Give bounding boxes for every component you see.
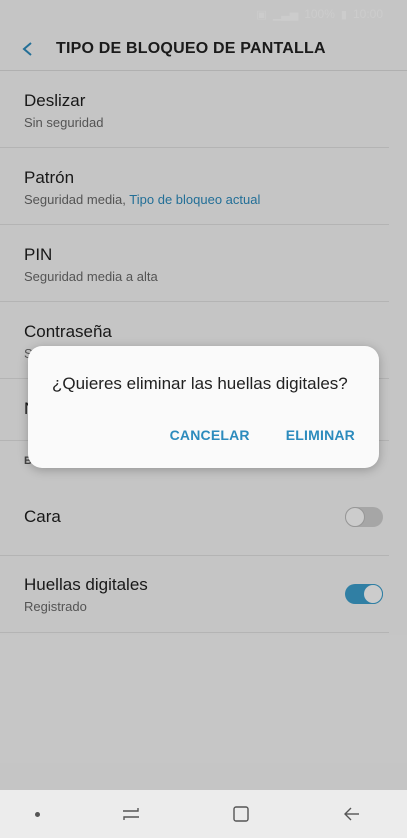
recents-icon <box>122 808 139 820</box>
delete-button[interactable]: ELIMINAR <box>286 427 355 443</box>
home-button[interactable] <box>221 794 261 834</box>
arrow-left-icon <box>343 807 359 821</box>
dot-icon[interactable] <box>35 811 41 817</box>
cancel-button[interactable]: CANCELAR <box>170 427 250 443</box>
navigation-bar <box>0 790 407 838</box>
back-nav-button[interactable] <box>332 794 372 834</box>
dialog-message: ¿Quieres eliminar las huellas digitales? <box>52 374 348 393</box>
home-icon <box>233 806 249 822</box>
recents-button[interactable] <box>111 794 151 834</box>
confirm-dialog: ¿Quieres eliminar las huellas digitales?… <box>28 346 379 468</box>
